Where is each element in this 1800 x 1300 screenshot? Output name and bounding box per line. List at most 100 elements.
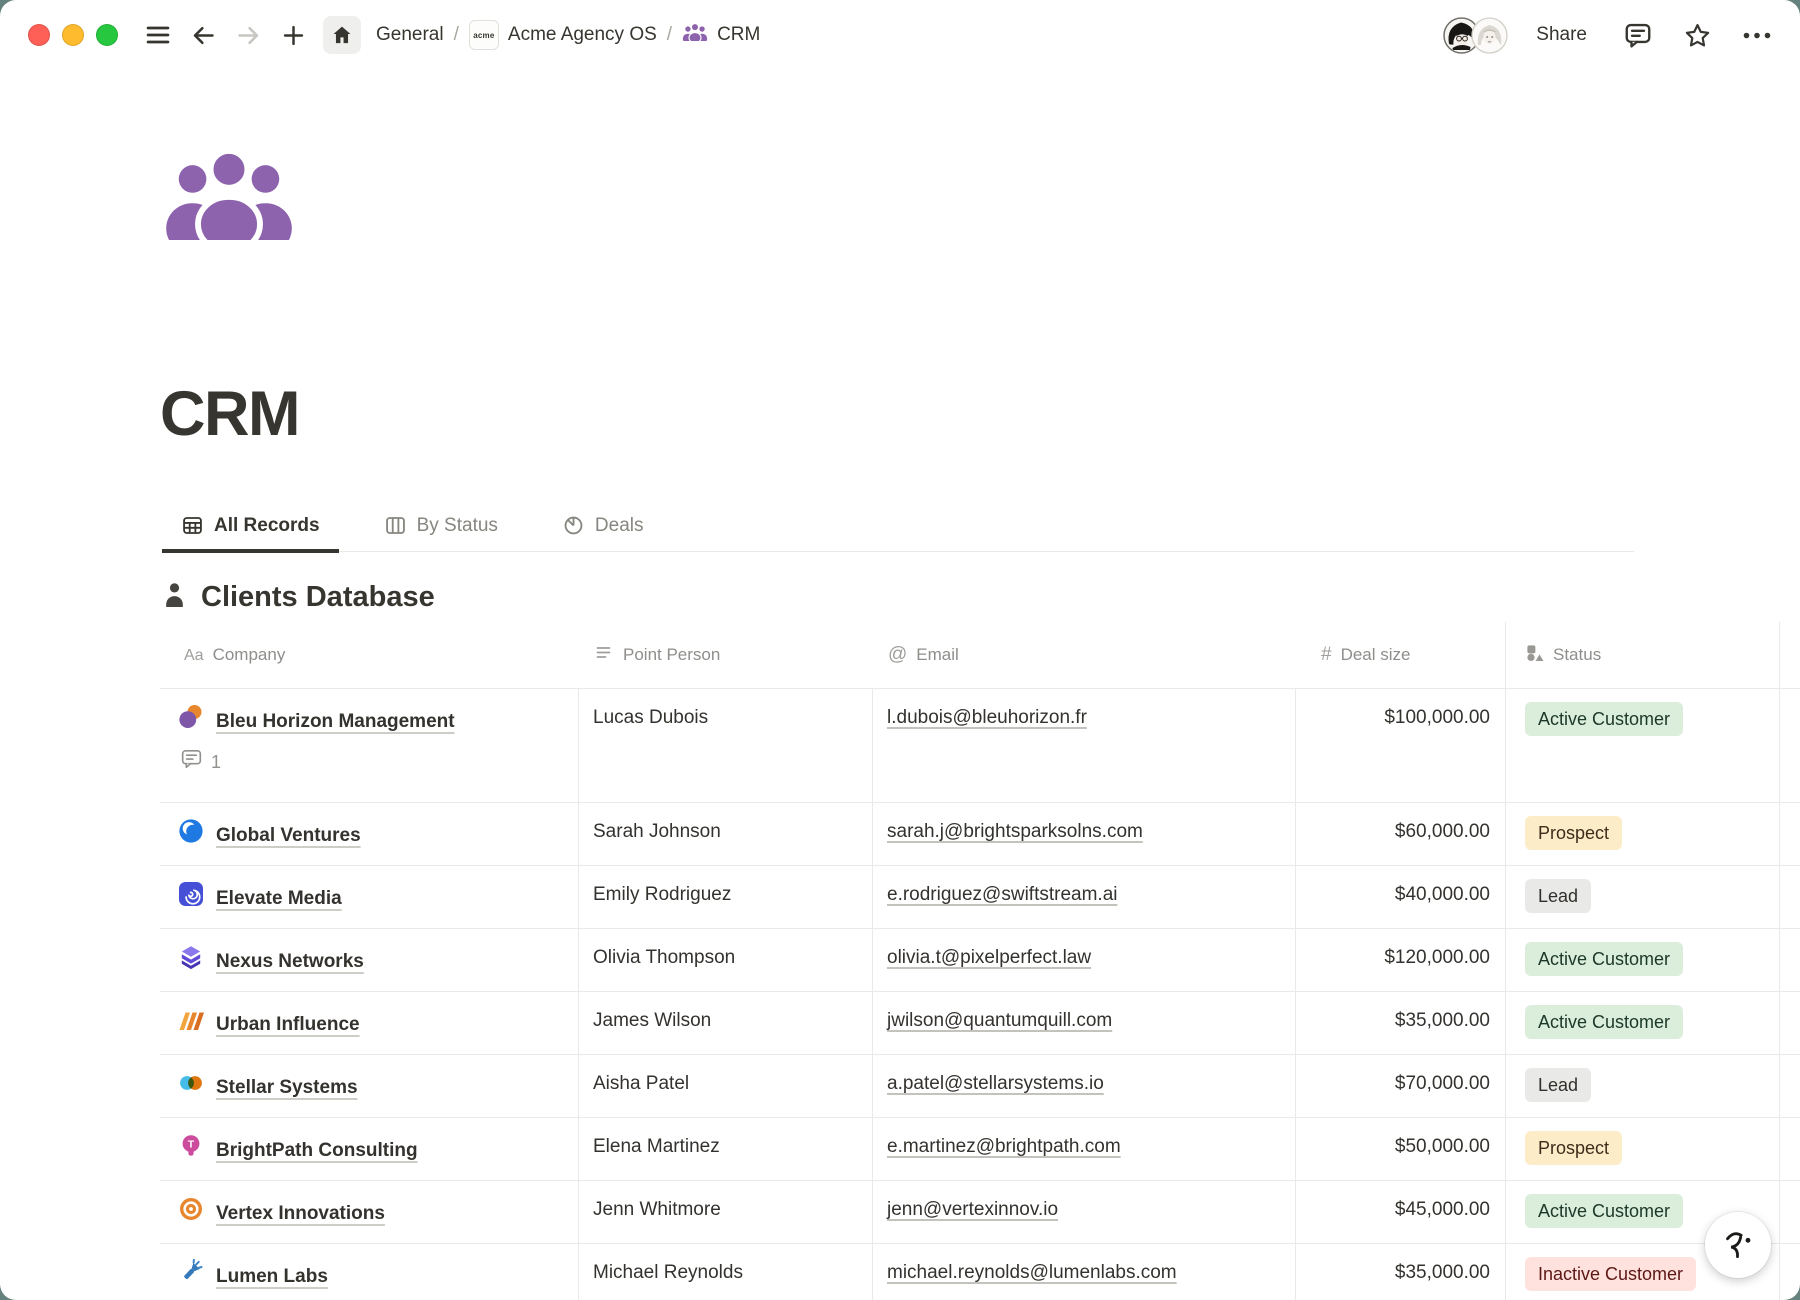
- point-person-cell[interactable]: Lucas Dubois: [578, 689, 872, 802]
- sidebar-menu-icon[interactable]: [144, 21, 172, 49]
- status-badge[interactable]: Active Customer: [1525, 1005, 1683, 1039]
- company-page-link[interactable]: Global Ventures: [216, 822, 361, 849]
- minimize-window-button[interactable]: [62, 24, 84, 46]
- breadcrumb-workspace[interactable]: acme Acme Agency OS: [469, 20, 657, 50]
- close-window-button[interactable]: [28, 24, 50, 46]
- email-link[interactable]: e.martinez@brightpath.com: [887, 1133, 1121, 1160]
- email-cell[interactable]: l.dubois@bleuhorizon.fr: [872, 689, 1295, 802]
- database-header[interactable]: Clients Database: [161, 580, 435, 615]
- company-page-link[interactable]: Vertex Innovations: [216, 1200, 385, 1227]
- company-cell[interactable]: Nexus Networks: [160, 929, 578, 991]
- deal-size-cell[interactable]: $50,000.00: [1295, 1118, 1505, 1180]
- point-person-cell[interactable]: Elena Martinez: [578, 1118, 872, 1180]
- deal-size-cell[interactable]: $40,000.00: [1295, 866, 1505, 928]
- email-link[interactable]: l.dubois@bleuhorizon.fr: [887, 704, 1087, 731]
- company-page-link[interactable]: Urban Influence: [216, 1011, 360, 1038]
- status-badge[interactable]: Prospect: [1525, 816, 1622, 850]
- deal-size-cell[interactable]: $35,000.00: [1295, 1244, 1505, 1300]
- status-badge[interactable]: Active Customer: [1525, 942, 1683, 976]
- status-badge[interactable]: Active Customer: [1525, 1194, 1683, 1228]
- status-cell[interactable]: Lead: [1505, 866, 1780, 928]
- email-cell[interactable]: e.martinez@brightpath.com: [872, 1118, 1295, 1180]
- company-cell[interactable]: Stellar Systems: [160, 1055, 578, 1117]
- status-cell[interactable]: Lead: [1505, 1055, 1780, 1117]
- new-page-plus-icon[interactable]: [280, 22, 307, 49]
- email-cell[interactable]: sarah.j@brightsparksolns.com: [872, 803, 1295, 865]
- email-link[interactable]: olivia.t@pixelperfect.law: [887, 944, 1091, 971]
- point-person-cell[interactable]: Emily Rodriguez: [578, 866, 872, 928]
- deal-size-cell[interactable]: $35,000.00: [1295, 992, 1505, 1054]
- company-page-link[interactable]: BrightPath Consulting: [216, 1137, 418, 1164]
- company-page-link[interactable]: Nexus Networks: [216, 948, 364, 975]
- deal-size-cell[interactable]: $60,000.00: [1295, 803, 1505, 865]
- email-link[interactable]: michael.reynolds@lumenlabs.com: [887, 1259, 1177, 1286]
- email-cell[interactable]: jenn@vertexinnov.io: [872, 1181, 1295, 1243]
- status-cell[interactable]: Active Customer: [1505, 992, 1780, 1054]
- column-header-person[interactable]: Point Person: [578, 622, 872, 688]
- email-link[interactable]: sarah.j@brightsparksolns.com: [887, 818, 1143, 845]
- back-icon[interactable]: [190, 22, 217, 49]
- column-header-company[interactable]: Aa Company: [160, 622, 578, 688]
- email-link[interactable]: a.patel@stellarsystems.io: [887, 1070, 1104, 1097]
- column-header-status[interactable]: Status: [1505, 622, 1780, 688]
- email-link[interactable]: jenn@vertexinnov.io: [887, 1196, 1058, 1223]
- company-cell[interactable]: Lumen Labs: [160, 1244, 578, 1300]
- email-cell[interactable]: e.rodriguez@swiftstream.ai: [872, 866, 1295, 928]
- point-person-cell[interactable]: Jenn Whitmore: [578, 1181, 872, 1243]
- favorite-star-icon[interactable]: [1683, 21, 1712, 50]
- status-cell[interactable]: Prospect: [1505, 1118, 1780, 1180]
- deal-size-cell[interactable]: $45,000.00: [1295, 1181, 1505, 1243]
- home-icon[interactable]: [323, 16, 361, 54]
- column-header-deal[interactable]: # Deal size: [1295, 622, 1505, 688]
- status-badge[interactable]: Active Customer: [1525, 702, 1683, 736]
- page-title[interactable]: CRM: [160, 378, 299, 450]
- company-cell[interactable]: Global Ventures: [160, 803, 578, 865]
- point-person-cell[interactable]: Olivia Thompson: [578, 929, 872, 991]
- column-header-email[interactable]: @ Email: [872, 622, 1295, 688]
- company-page-link[interactable]: Lumen Labs: [216, 1263, 328, 1290]
- status-badge[interactable]: Lead: [1525, 1068, 1591, 1102]
- tab-by-status[interactable]: By Status: [365, 508, 517, 553]
- company-cell[interactable]: Elevate Media: [160, 866, 578, 928]
- page-icon-people-group[interactable]: [162, 148, 296, 245]
- email-cell[interactable]: a.patel@stellarsystems.io: [872, 1055, 1295, 1117]
- company-cell[interactable]: T BrightPath Consulting: [160, 1118, 578, 1180]
- status-cell[interactable]: Prospect: [1505, 803, 1780, 865]
- point-person-cell[interactable]: James Wilson: [578, 992, 872, 1054]
- email-link[interactable]: jwilson@quantumquill.com: [887, 1007, 1112, 1034]
- zoom-window-button[interactable]: [96, 24, 118, 46]
- email-cell[interactable]: jwilson@quantumquill.com: [872, 992, 1295, 1054]
- status-cell[interactable]: Active Customer: [1505, 929, 1780, 991]
- tab-all-records[interactable]: All Records: [162, 508, 339, 553]
- deal-size-cell[interactable]: $120,000.00: [1295, 929, 1505, 991]
- email-cell[interactable]: michael.reynolds@lumenlabs.com: [872, 1244, 1295, 1300]
- deal-size-cell[interactable]: $70,000.00: [1295, 1055, 1505, 1117]
- email-link[interactable]: e.rodriguez@swiftstream.ai: [887, 881, 1117, 908]
- email-cell[interactable]: olivia.t@pixelperfect.law: [872, 929, 1295, 991]
- company-cell[interactable]: Urban Influence: [160, 992, 578, 1054]
- status-badge[interactable]: Inactive Customer: [1525, 1257, 1696, 1291]
- comment-indicator[interactable]: 1: [180, 747, 564, 778]
- status-badge[interactable]: Prospect: [1525, 1131, 1622, 1165]
- company-cell[interactable]: Vertex Innovations: [160, 1181, 578, 1243]
- company-page-link[interactable]: Elevate Media: [216, 885, 342, 912]
- point-person-cell[interactable]: Aisha Patel: [578, 1055, 872, 1117]
- point-person-cell[interactable]: Michael Reynolds: [578, 1244, 872, 1300]
- company-cell[interactable]: Bleu Horizon Management 1: [160, 689, 578, 802]
- status-cell[interactable]: Active Customer: [1505, 689, 1780, 802]
- breadcrumb-page[interactable]: CRM: [682, 23, 760, 47]
- point-person-cell[interactable]: Sarah Johnson: [578, 803, 872, 865]
- status-badge[interactable]: Lead: [1525, 879, 1591, 913]
- tab-deals[interactable]: Deals: [543, 508, 663, 553]
- avatar[interactable]: [1471, 17, 1508, 54]
- company-page-link[interactable]: Stellar Systems: [216, 1074, 358, 1101]
- breadcrumb-root[interactable]: General: [376, 24, 444, 46]
- forward-icon[interactable]: [235, 22, 262, 49]
- share-button[interactable]: Share: [1530, 23, 1593, 47]
- collaborator-avatars[interactable]: [1443, 17, 1508, 54]
- company-page-link[interactable]: Bleu Horizon Management: [216, 708, 455, 735]
- deal-size-cell[interactable]: $100,000.00: [1295, 689, 1505, 802]
- comments-icon[interactable]: [1623, 20, 1653, 50]
- more-options-icon[interactable]: [1742, 31, 1772, 40]
- notion-ai-button[interactable]: [1705, 1212, 1771, 1278]
